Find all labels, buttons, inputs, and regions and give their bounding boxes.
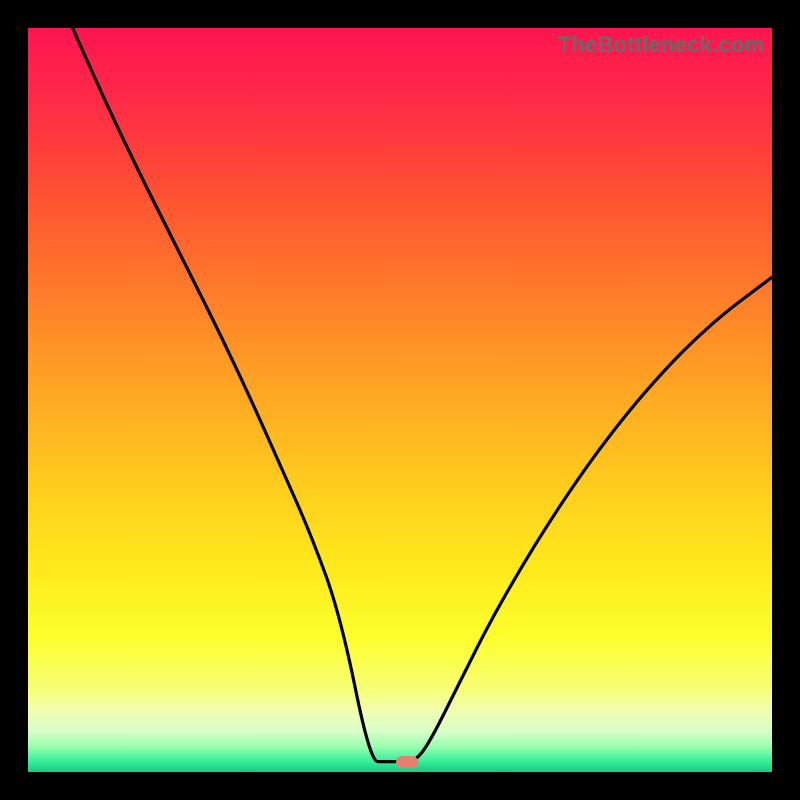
plot-area: TheBottleneck.com: [28, 28, 772, 772]
chart-frame: TheBottleneck.com: [0, 0, 800, 800]
optimal-point-marker: [396, 756, 418, 768]
bottleneck-curve: [28, 28, 772, 772]
